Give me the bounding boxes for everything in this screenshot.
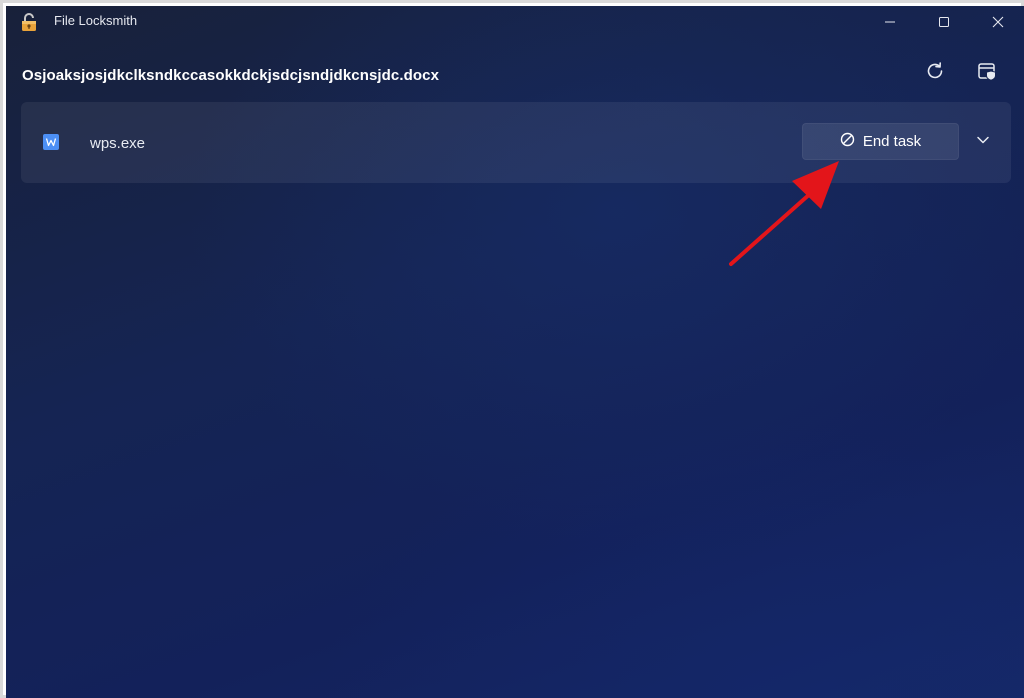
process-row[interactable]: wps.exe End task	[21, 102, 1011, 183]
wps-writer-icon	[43, 134, 59, 150]
minimize-icon	[884, 16, 896, 28]
refresh-button[interactable]	[920, 58, 950, 88]
maximize-icon	[938, 16, 950, 28]
locked-file-name: Osjoaksjosjdkclksndkccasokkdckjsdcjsndjd…	[22, 67, 440, 84]
chevron-down-icon	[976, 133, 990, 152]
minimize-button[interactable]	[864, 6, 916, 38]
close-button[interactable]	[972, 6, 1024, 38]
maximize-button[interactable]	[918, 6, 970, 38]
end-task-button[interactable]: End task	[802, 123, 959, 160]
refresh-icon	[924, 60, 946, 87]
expand-details-button[interactable]	[971, 130, 995, 154]
restart-as-admin-icon	[976, 60, 998, 87]
process-name: wps.exe	[90, 135, 146, 152]
close-icon	[992, 16, 1004, 28]
window-title: File Locksmith	[54, 13, 138, 28]
title-bar[interactable]: File Locksmith	[6, 6, 1024, 38]
padlock-icon	[20, 12, 38, 32]
restart-as-admin-button[interactable]	[972, 58, 1002, 88]
end-task-label: End task	[862, 133, 922, 150]
app-window: File Locksmith Osjoaksjosjdkclksndkccaso…	[6, 6, 1024, 698]
screenshot-frame: File Locksmith Osjoaksjosjdkclksndkccaso…	[0, 0, 1024, 698]
block-icon	[840, 132, 855, 152]
